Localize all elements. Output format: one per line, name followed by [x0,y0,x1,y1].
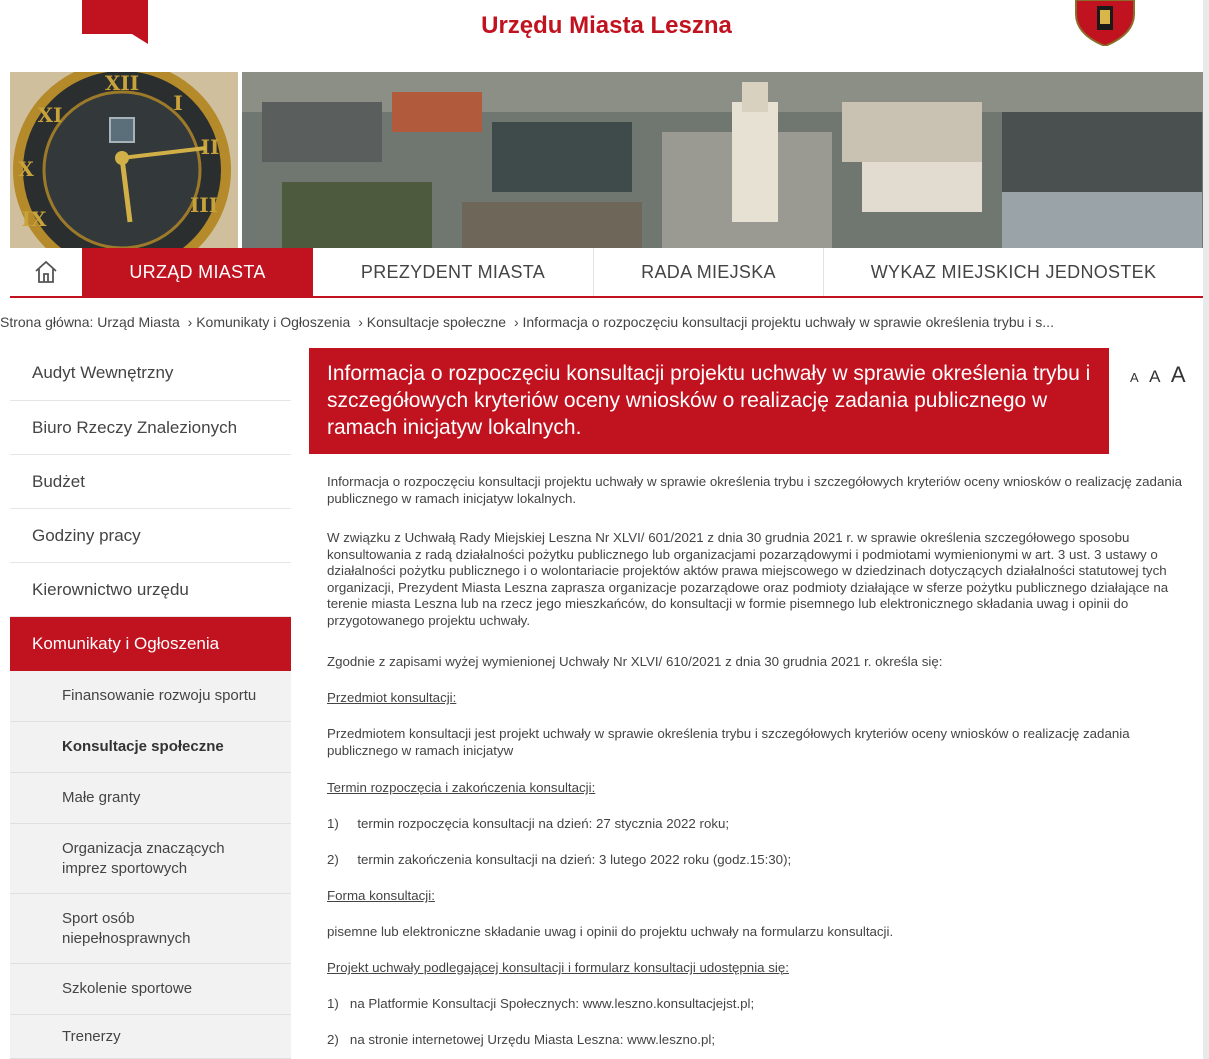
sidebar-item-audyt[interactable]: Audyt Wewnętrzny [10,346,291,401]
przedmiot-heading: Przedmiot konsultacji: [327,690,457,705]
projekt-item-2: 2) na stronie internetowej Urzędu Miasta… [327,1032,1189,1049]
home-icon [35,260,57,283]
sidebar-item-biuro[interactable]: Biuro Rzeczy Znalezionych [10,401,291,455]
list-number: 2) [327,1032,339,1047]
city-aerial-image [242,72,1203,248]
list-text: na Platformie Konsultacji Społecznych: w… [349,996,755,1011]
nav-rada-miejska[interactable]: RADA MIEJSKA [594,248,823,296]
nav-urzad-miasta[interactable]: URZĄD MIASTA [82,248,313,296]
font-size-controls: A A A [1130,362,1192,388]
sidebar-item-komunikaty[interactable]: Komunikaty i Ogłoszenia [10,617,291,671]
svg-text:XII: XII [105,72,139,95]
list-text: termin rozpoczęcia konsultacji na dzień:… [357,816,730,831]
sidebar-subitem-sport-niepelnosprawnych[interactable]: Sport osób niepełnosprawnych [10,894,291,964]
termin-item-1: 1) termin rozpoczęcia konsultacji na dzi… [327,816,1189,833]
list-number: 2) [327,852,339,867]
forma-heading: Forma konsultacji: [327,888,435,903]
sidebar-item-budzet[interactable]: Budżet [10,455,291,509]
breadcrumb-home[interactable]: Strona główna: Urząd Miasta [0,314,180,330]
termin-heading: Termin rozpoczęcia i zakończenia konsult… [327,780,596,795]
list-text: na stronie internetowej Urzędu Miasta Le… [349,1032,716,1047]
sidebar-subitem-konsultacje[interactable]: Konsultacje społeczne [10,722,291,773]
home-button[interactable] [10,248,82,296]
page: Urzędu Miasta Leszna XII I II XI X IX II… [0,0,1203,1059]
nav-prezydent-miasta[interactable]: PREZYDENT MIASTA [313,248,593,296]
svg-text:III: III [190,193,218,217]
list-number: 1) [327,816,339,831]
sidebar-item-kierownictwo[interactable]: Kierownictwo urzędu [10,563,291,617]
font-size-small-button[interactable]: A [1130,370,1139,385]
article-title: Informacja o rozpoczęciu konsultacji pro… [309,348,1109,454]
sidebar-subitem-szkolenie[interactable]: Szkolenie sportowe [10,964,291,1015]
list-number: 1) [327,996,339,1011]
projekt-item-1: 1) na Platformie Konsultacji Społecznych… [327,996,1189,1013]
font-size-large-button[interactable]: A [1171,362,1186,387]
termin-item-2: 2) termin zakończenia konsultacji na dzi… [327,852,1189,869]
przedmiot-text: Przedmiotem konsultacji jest projekt uch… [327,726,1130,758]
clock-image: XII I II XI X IX III [10,72,238,248]
sidebar-subitem-trenerzy[interactable]: Trenerzy [10,1015,291,1059]
site-title: Urzędu Miasta Leszna [481,12,732,39]
page-gutter [1203,0,1209,1059]
svg-text:X: X [18,157,34,181]
nav-wykaz-jednostek[interactable]: WYKAZ MIEJSKICH JEDNOSTEK [824,248,1203,296]
article-intro: Informacja o rozpoczęciu konsultacji pro… [327,474,1183,506]
breadcrumb-komunikaty[interactable]: › Komunikaty i Ogłoszenia [188,314,351,330]
breadcrumb: Strona główna: Urząd Miasta › Komunikaty… [0,314,1193,330]
article-body: W związku z Uchwałą Rady Miejskiej Leszn… [327,530,1169,628]
list-text: termin zakończenia konsultacji na dzień:… [357,852,792,867]
svg-text:IX: IX [22,207,47,231]
site-header: Urzędu Miasta Leszna [10,0,1203,72]
header-banner: XII I II XI X IX III [10,72,1203,248]
svg-text:XI: XI [38,103,63,127]
main-nav: URZĄD MIASTA PREZYDENT MIASTA RADA MIEJS… [10,248,1203,298]
sidebar-item-godziny[interactable]: Godziny pracy [10,509,291,563]
svg-text:I: I [173,91,182,115]
sidebar-subitem-finansowanie[interactable]: Finansowanie rozwoju sportu [10,671,291,722]
font-size-medium-button[interactable]: A [1149,367,1160,386]
projekt-heading: Projekt uchwały podlegającej konsultacji… [327,960,789,975]
forma-text: pisemne lub elektroniczne składanie uwag… [327,924,894,939]
breadcrumb-current: › Informacja o rozpoczęciu konsultacji p… [513,314,1054,330]
sidebar-subitem-male-granty[interactable]: Małe granty [10,773,291,824]
sidebar-subitem-organizacja[interactable]: Organizacja znaczących imprez sportowych [10,824,291,894]
article-zgodnie: Zgodnie z zapisami wyżej wymienionej Uch… [327,654,943,669]
city-crest-icon [1075,0,1135,46]
breadcrumb-konsultacje[interactable]: › Konsultacje społeczne [358,314,506,330]
